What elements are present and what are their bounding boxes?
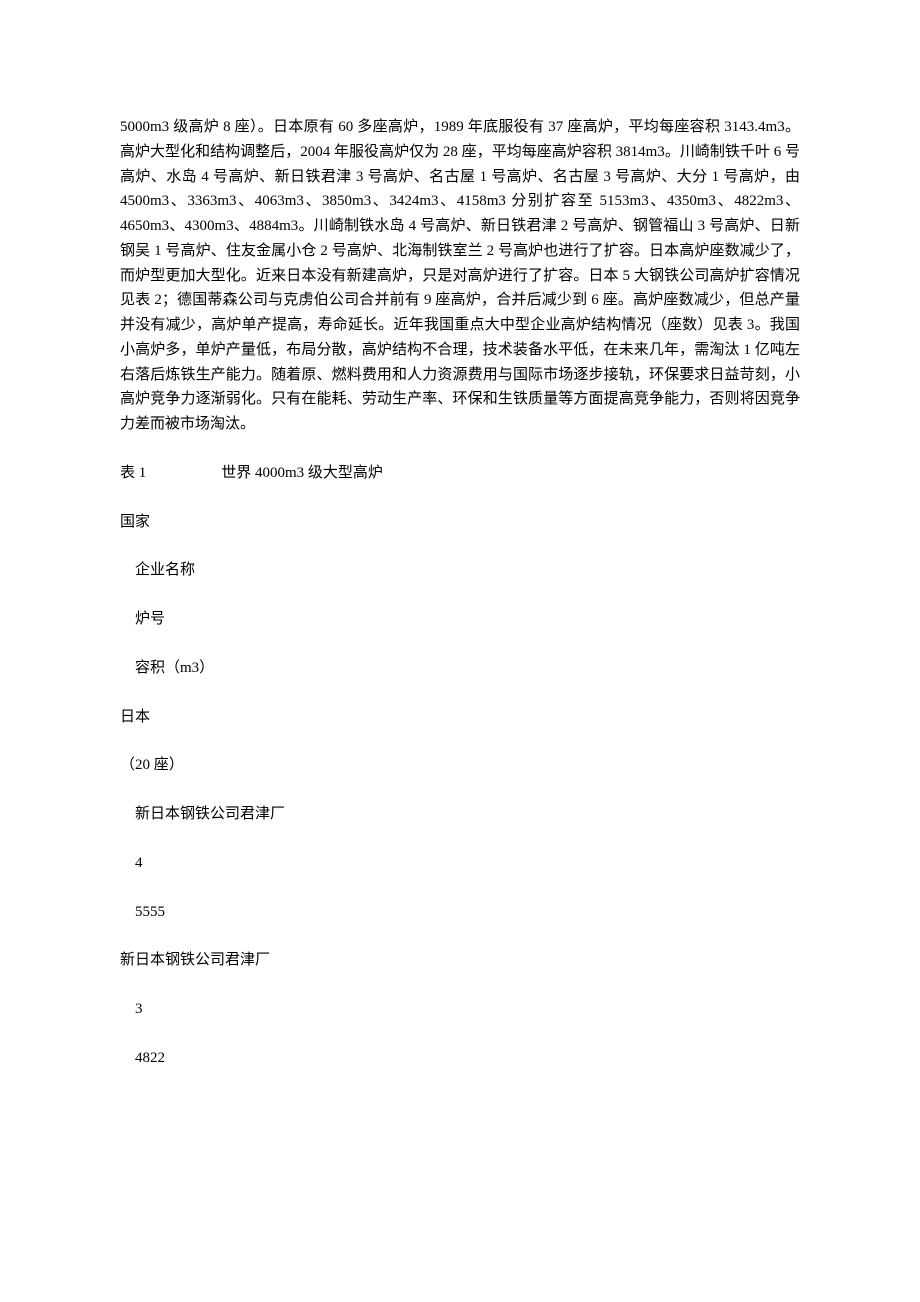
paragraph-main: 5000m3 级高炉 8 座）。日本原有 60 多座高炉，1989 年底服役有 … [120, 115, 800, 437]
entry1-volume: 5555 [120, 900, 800, 925]
japan-count: （20 座） [120, 753, 800, 778]
header-volume: 容积（m3） [120, 656, 800, 681]
entry1-company: 新日本钢铁公司君津厂 [120, 802, 800, 827]
country-japan: 日本 [120, 705, 800, 730]
entry2-company: 新日本钢铁公司君津厂 [120, 948, 800, 973]
header-country: 国家 [120, 510, 800, 535]
entry2-furnace-no: 3 [120, 997, 800, 1022]
entry2-volume: 4822 [120, 1046, 800, 1071]
header-company: 企业名称 [120, 558, 800, 583]
entry1-furnace-no: 4 [120, 851, 800, 876]
document-page: 5000m3 级高炉 8 座）。日本原有 60 多座高炉，1989 年底服役有 … [0, 0, 920, 1302]
table1-heading: 表 1 世界 4000m3 级大型高炉 [120, 461, 800, 486]
header-furnace-no: 炉号 [120, 607, 800, 632]
